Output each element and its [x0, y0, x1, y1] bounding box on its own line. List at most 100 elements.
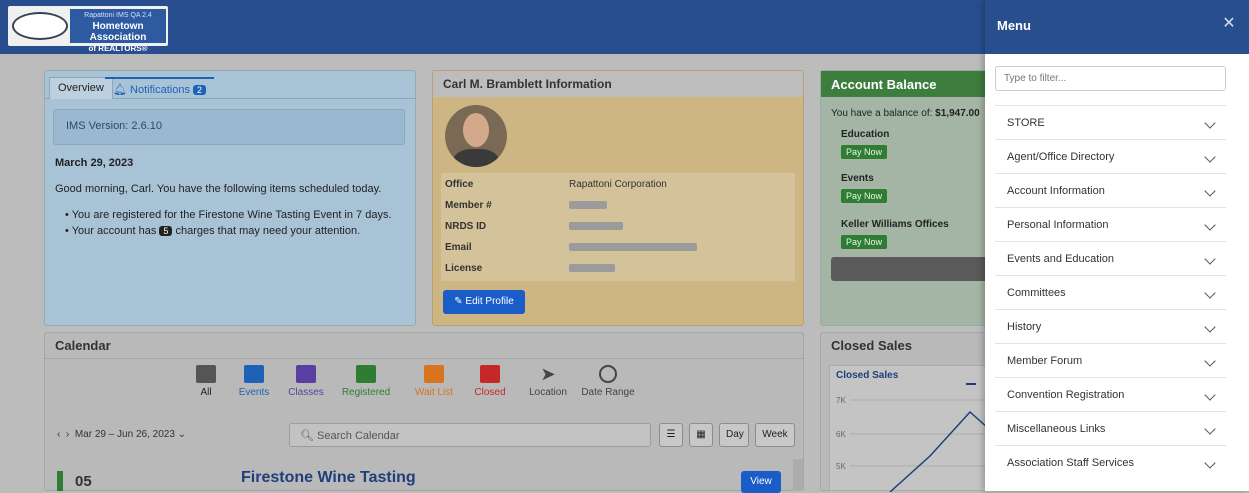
edit-icon: ✎: [454, 296, 463, 307]
filter-all[interactable]: All: [179, 365, 233, 398]
logo-text: Rapattoni IMS QA 2.4 Hometown Associatio…: [70, 9, 166, 53]
menu-item-history[interactable]: History: [995, 309, 1226, 343]
edit-profile-button[interactable]: ✎ Edit Profile: [443, 290, 525, 314]
education-pay-button[interactable]: Pay Now: [841, 145, 888, 159]
calendar-search-placeholder: Search Calendar: [317, 430, 400, 442]
calendar-title: Calendar: [45, 333, 803, 359]
calendar-search[interactable]: 🔍︎ Search Calendar: [289, 423, 651, 447]
filter-classes[interactable]: Classes: [279, 365, 333, 398]
filter-all-label: All: [200, 387, 212, 398]
account-balance-panel: Account Balance You have a balance of: $…: [820, 70, 991, 326]
filter-registered-label: Registered: [341, 387, 391, 398]
list-view-button[interactable]: ☰: [659, 423, 683, 447]
keller-label: Keller Williams Offices: [841, 219, 949, 230]
notifications-badge: 2: [193, 85, 207, 95]
menu-item-events-education[interactable]: Events and Education: [995, 241, 1226, 275]
chevron-down-icon: [1204, 253, 1216, 265]
logo-line-2: Hometown Association: [89, 21, 147, 43]
office-label: Office: [445, 179, 474, 190]
view-event-button[interactable]: View: [741, 471, 781, 493]
association-logo[interactable]: Rapattoni IMS QA 2.4 Hometown Associatio…: [8, 6, 168, 53]
menu-item-miscellaneous-links[interactable]: Miscellaneous Links: [995, 411, 1226, 445]
office-value: Rapattoni Corporation: [569, 179, 667, 190]
filter-events[interactable]: Events: [227, 365, 281, 398]
balance-value: $1,947.00: [935, 108, 980, 119]
menu-item-account-information[interactable]: Account Information: [995, 173, 1226, 207]
menu-item-committees[interactable]: Committees: [995, 275, 1226, 309]
member-number-value: [569, 200, 607, 211]
email-row: Email: [445, 238, 793, 259]
account-balance-title: Account Balance: [821, 71, 991, 97]
menu-item-store[interactable]: STORE: [995, 105, 1226, 139]
filter-closed[interactable]: Closed: [463, 365, 517, 398]
menu-item-label: STORE: [1007, 117, 1045, 129]
calendar-panel: Calendar All Events Classes Registered W…: [44, 332, 804, 493]
logo-line-3: of REALTORS®: [88, 44, 148, 53]
menu-title: Menu: [985, 0, 1249, 54]
filter-location-label: Location: [529, 387, 567, 398]
grid-view-button[interactable]: ▦: [689, 423, 713, 447]
list-icon: ☰: [666, 429, 676, 440]
filter-closed-label: Closed: [474, 387, 506, 398]
filter-registered[interactable]: Registered: [339, 365, 393, 398]
wait-list-icon: [424, 365, 444, 383]
member-avatar: [445, 105, 507, 167]
menu-item-personal-information[interactable]: Personal Information: [995, 207, 1226, 241]
member-number-label: Member #: [445, 200, 492, 211]
grid-icon: ▦: [696, 429, 706, 440]
calendar-filters: All Events Classes Registered Wait List …: [179, 365, 679, 409]
overview-date: March 29, 2023: [55, 157, 134, 169]
overview-bullet-1: • You are registered for the Firestone W…: [65, 209, 392, 221]
menu-item-label: Personal Information: [1007, 219, 1109, 231]
filter-location[interactable]: ➤ Location: [521, 365, 575, 398]
search-icon: 🔍︎: [300, 430, 314, 442]
license-label: License: [445, 263, 483, 274]
menu-item-label: Agent/Office Directory: [1007, 151, 1115, 163]
bell-icon: 🔔︎: [113, 84, 127, 96]
menu-item-agent-office-directory[interactable]: Agent/Office Directory: [995, 139, 1226, 173]
closed-x-icon: [480, 365, 500, 383]
next-arrow-icon[interactable]: ›: [66, 429, 69, 440]
closed-sales-panel: Closed Sales Closed Sales 7K 6K 5K: [820, 332, 990, 492]
menu-item-association-staff-services[interactable]: Association Staff Services: [995, 445, 1226, 479]
member-number-row: Member #: [445, 196, 793, 217]
filter-classes-label: Classes: [288, 387, 324, 398]
chevron-down-icon: ⌄: [177, 429, 187, 440]
menu-item-label: Convention Registration: [1007, 389, 1125, 401]
event-day-marker: [57, 471, 63, 491]
calendar-events-icon: [244, 365, 264, 383]
tab-notifications[interactable]: 🔔︎ Notifications 2: [105, 77, 215, 99]
menu-item-label: Member Forum: [1007, 355, 1083, 367]
chevron-down-icon: [1204, 287, 1216, 299]
filter-wait-list[interactable]: Wait List: [407, 365, 461, 398]
filter-date-range-label: Date Range: [581, 387, 635, 398]
close-icon[interactable]: ✕: [1221, 16, 1237, 32]
menu-item-convention-registration[interactable]: Convention Registration: [995, 377, 1226, 411]
keller-pay-button[interactable]: Pay Now: [841, 235, 888, 249]
balance-text: You have a balance of:: [831, 108, 933, 119]
charges-badge: 5: [159, 226, 173, 236]
logo-emblem-icon: [12, 12, 68, 40]
date-range-selector[interactable]: ‹ › Mar 29 – Jun 26, 2023 ⌄: [57, 429, 186, 440]
location-arrow-icon: ➤: [540, 364, 556, 384]
menu-drawer: Menu ✕ Type to filter... STORE Agent/Off…: [985, 0, 1249, 491]
email-value: [569, 242, 697, 253]
overview-panel: Overview 🔔︎ Notifications 2 IMS Version:…: [44, 70, 416, 326]
menu-filter-input[interactable]: Type to filter...: [995, 66, 1226, 91]
calendar-scrollbar[interactable]: [793, 459, 803, 491]
bullet-2-post: charges that may need your attention.: [175, 225, 361, 237]
menu-item-member-forum[interactable]: Member Forum: [995, 343, 1226, 377]
logo-line-1: Rapattoni IMS QA 2.4: [84, 12, 152, 19]
day-view-button[interactable]: Day: [719, 423, 749, 447]
tab-overview[interactable]: Overview: [49, 77, 113, 99]
event-title[interactable]: Firestone Wine Tasting: [241, 469, 416, 487]
week-view-button[interactable]: Week: [755, 423, 795, 447]
account-action-bar[interactable]: [831, 257, 991, 281]
sales-line: [850, 383, 989, 492]
chevron-down-icon: [1204, 389, 1216, 401]
filter-date-range[interactable]: Date Range: [581, 365, 635, 398]
events-pay-button[interactable]: Pay Now: [841, 189, 888, 203]
chevron-down-icon: [1204, 185, 1216, 197]
prev-arrow-icon[interactable]: ‹: [57, 429, 60, 440]
bullet-1-text: You are registered for the Firestone Win…: [71, 209, 392, 221]
